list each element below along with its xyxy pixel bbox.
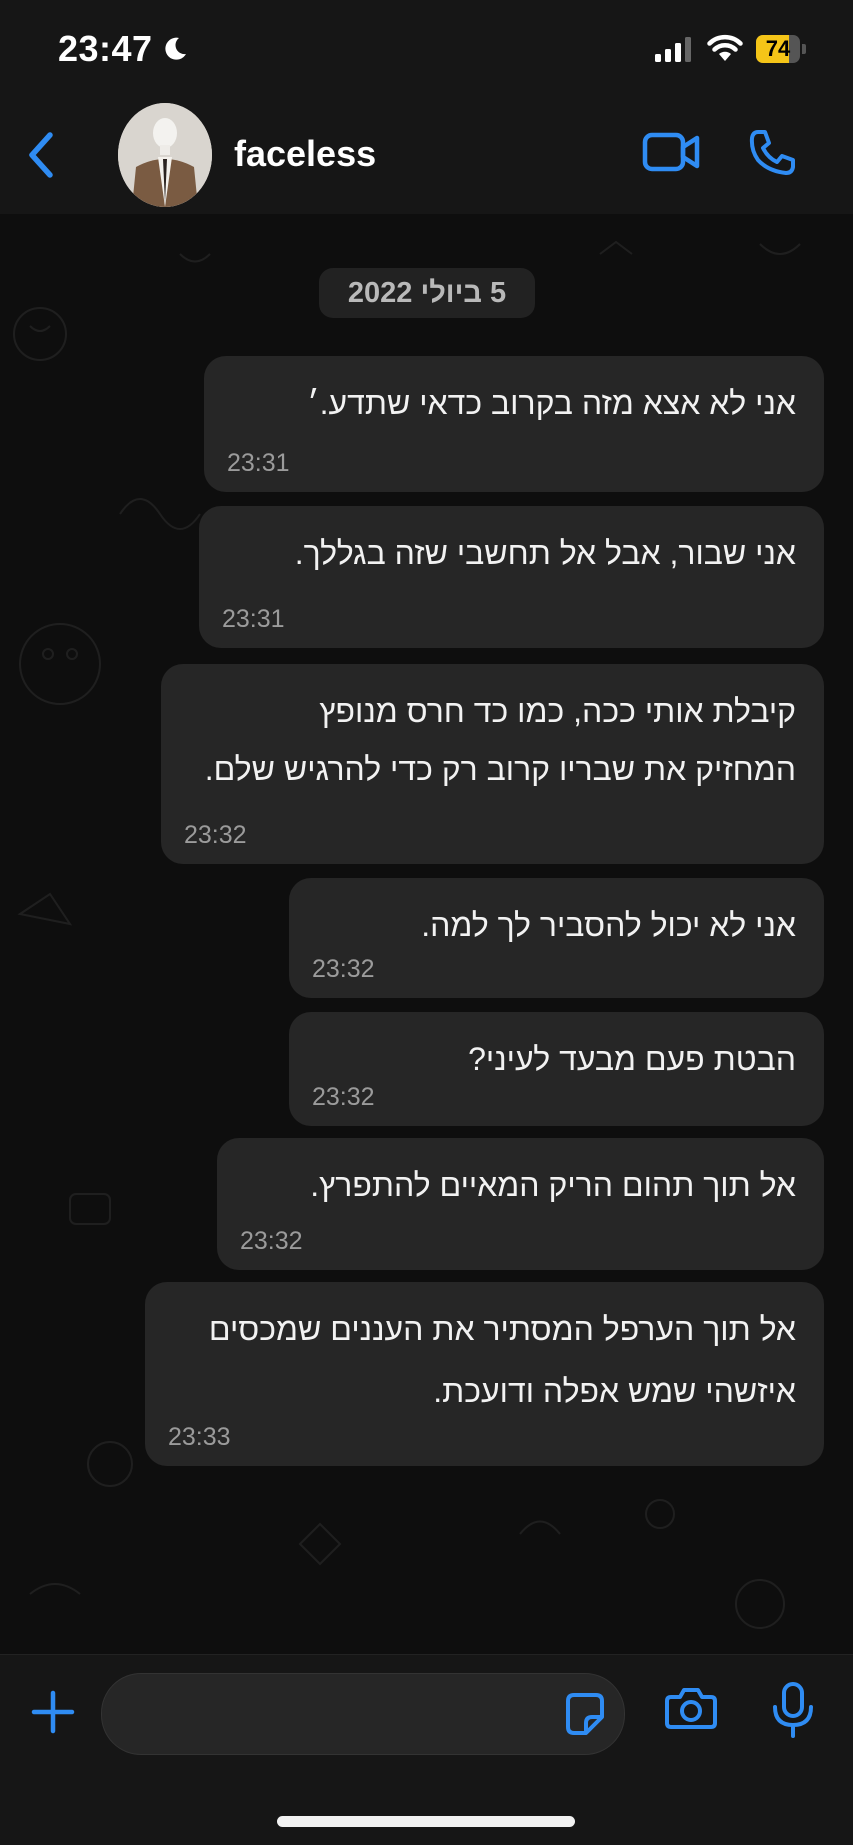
battery-level: 74 — [765, 36, 791, 61]
message-text: המחזיק את שבריו קרוב רק כדי להרגיש שלם. — [204, 751, 796, 787]
status-time: 23:47 — [58, 28, 153, 69]
message-bubble[interactable]: אל תוך תהום הריק המאיים להתפרץ. 23:32 — [217, 1138, 824, 1270]
camera-icon[interactable] — [665, 1685, 717, 1731]
message-time: 23:33 — [168, 1423, 231, 1451]
contact-name[interactable]: faceless — [234, 133, 376, 175]
message-text: אל תוך הערפל המסתיר את העננים שמכסים — [208, 1311, 796, 1347]
message-time: 23:31 — [227, 449, 290, 477]
contact-avatar[interactable] — [118, 103, 212, 207]
message-time: 23:32 — [184, 821, 247, 849]
message-text: אני לא יכול להסביר לך למה. — [421, 907, 796, 943]
message-input[interactable] — [101, 1673, 625, 1755]
message-bubble[interactable]: אל תוך הערפל המסתיר את העננים שמכסים איז… — [145, 1282, 824, 1466]
date-separator: 5 ביולי 2022 — [319, 268, 535, 318]
microphone-icon[interactable] — [770, 1681, 816, 1739]
message-time: 23:31 — [222, 605, 285, 633]
home-indicator — [277, 1816, 575, 1827]
sticker-icon[interactable] — [562, 1691, 608, 1737]
message-bubble[interactable]: אני לא אצא מזה בקרוב כדאי שתדע.׳ 23:31 — [204, 356, 824, 492]
message-time: 23:32 — [312, 1083, 375, 1111]
status-bar: 23:47 74 — [0, 0, 853, 100]
message-text: אני שבור, אבל אל תחשבי שזה בגללך. — [294, 535, 796, 571]
phone-icon[interactable] — [748, 128, 796, 176]
message-text: אל תוך תהום הריק המאיים להתפרץ. — [310, 1167, 796, 1203]
message-text: איזשהי שמש אפלה ודועכת. — [433, 1373, 796, 1409]
cellular-signal-icon — [655, 37, 691, 62]
moon-icon — [165, 37, 186, 60]
message-text: הבטת פעם מבעד לעיני? — [468, 1041, 796, 1077]
video-camera-icon[interactable] — [642, 132, 700, 172]
plus-icon[interactable] — [30, 1689, 76, 1735]
wifi-icon — [707, 34, 743, 61]
battery-indicator: 74 — [756, 35, 806, 63]
message-list[interactable]: 5 ביולי 2022 אני לא אצא מזה בקרוב כדאי ש… — [0, 214, 853, 1654]
message-bubble[interactable]: הבטת פעם מבעד לעיני? 23:32 — [289, 1012, 824, 1126]
message-time: 23:32 — [312, 955, 375, 983]
message-text: קיבלת אותי ככה, כמו כד חרס מנופץ — [319, 693, 796, 729]
message-text: אני לא אצא מזה בקרוב כדאי שתדע.׳ — [307, 385, 796, 421]
message-time: 23:32 — [240, 1227, 303, 1255]
chevron-left-icon[interactable] — [26, 130, 56, 180]
message-bubble[interactable]: קיבלת אותי ככה, כמו כד חרס מנופץ המחזיק … — [161, 664, 824, 864]
message-bubble[interactable]: אני לא יכול להסביר לך למה. 23:32 — [289, 878, 824, 998]
message-bubble[interactable]: אני שבור, אבל אל תחשבי שזה בגללך. 23:31 — [199, 506, 824, 648]
